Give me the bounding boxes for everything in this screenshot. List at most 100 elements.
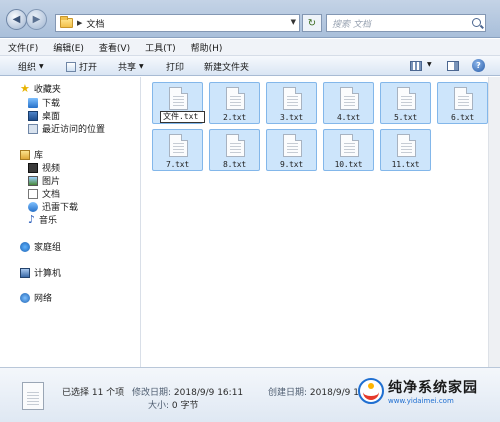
desktop-icon (28, 110, 38, 121)
back-button[interactable]: ◀ (6, 9, 27, 30)
computer-icon (20, 267, 30, 278)
breadcrumb-current[interactable]: 文档 (86, 17, 104, 30)
folder-icon (60, 16, 73, 28)
organize-button[interactable]: 组织 ▼ (18, 60, 44, 73)
address-bar[interactable]: ▶ 文档 ▼ (55, 14, 300, 32)
print-button[interactable]: 打印 (166, 60, 184, 73)
menu-file[interactable]: 文件(F) (8, 41, 38, 54)
created-value: 2018/9/9 16 (309, 388, 365, 398)
sidebar-item-downloads[interactable]: 下载 (28, 96, 60, 109)
sidebar-item-pictures[interactable]: 图片 (28, 174, 60, 187)
file-item[interactable]: 11.txt (380, 129, 431, 171)
dropdown-arrow-icon: ▼ (39, 63, 44, 70)
file-item[interactable]: 4.txt (323, 82, 374, 124)
sidebar-item-homegroup[interactable]: 家庭组 (20, 240, 61, 253)
file-name: 9.txt (279, 160, 304, 169)
file-name: 5.txt (393, 113, 418, 122)
share-label: 共享 (118, 63, 137, 73)
share-button[interactable]: 共享 ▼ (118, 60, 144, 73)
sidebar-item-recent[interactable]: 最近访问的位置 (28, 122, 105, 135)
help-icon[interactable]: ? (472, 59, 485, 72)
music-icon: ♪ (28, 212, 36, 226)
sidebar-label: 视频 (42, 164, 61, 174)
text-file-icon (340, 134, 359, 157)
sidebar-item-favorites[interactable]: ★ 收藏夹 (20, 81, 61, 96)
created-date: 创建日期: 2018/9/9 16 (268, 385, 365, 398)
file-item[interactable]: 6.txt (437, 82, 488, 124)
vertical-scrollbar[interactable] (488, 77, 500, 367)
size-label: 大小: (148, 401, 170, 411)
search-icon[interactable] (472, 18, 481, 27)
sidebar-item-videos[interactable]: 视频 (28, 161, 60, 174)
rename-input[interactable]: 文件.txt (160, 111, 205, 123)
file-name: 2.txt (222, 113, 247, 122)
file-item[interactable]: 2.txt (209, 82, 260, 124)
forward-arrow-icon: ▶ (32, 14, 41, 25)
file-item[interactable]: 文件.txt (152, 82, 205, 124)
selected-count: 已选择 11 个项 (62, 388, 125, 398)
refresh-button[interactable]: ↻ (302, 14, 322, 32)
command-bar: 组织 ▼ 打开 共享 ▼ 打印 新建文件夹 ▼ ? (0, 56, 500, 76)
modified-date: 修改日期: 2018/9/9 16:11 (132, 385, 243, 398)
new-folder-button[interactable]: 新建文件夹 (204, 60, 249, 73)
title-address-bar: ◀ ▶ ▶ 文档 ▼ ↻ 搜索 文档 (0, 0, 500, 38)
menu-edit[interactable]: 编辑(E) (53, 41, 84, 54)
created-label: 创建日期: (268, 388, 308, 398)
text-file-icon (283, 87, 302, 110)
watermark-title: 纯净系统家园 (388, 380, 478, 396)
file-item[interactable]: 7.txt (152, 129, 203, 171)
file-list: 文件.txt 2.txt 3.txt 4.txt 5.txt 6.txt 7.t… (142, 77, 488, 367)
sidebar-item-libraries[interactable]: 库 (20, 148, 43, 161)
text-file-icon (340, 87, 359, 110)
navigation-pane: ★ 收藏夹 下载 桌面 最近访问的位置 库 视频 图片 文档 迅雷下载 ♪ 音乐 家… (0, 77, 141, 367)
downloads-icon (28, 97, 38, 108)
breadcrumb-separator-icon: ▶ (77, 19, 83, 27)
file-item[interactable]: 10.txt (323, 129, 374, 171)
search-placeholder: 搜索 文档 (332, 19, 371, 30)
view-dropdown-icon[interactable]: ▼ (427, 61, 432, 68)
menu-help[interactable]: 帮助(H) (191, 41, 223, 54)
sidebar-item-documents[interactable]: 文档 (28, 187, 60, 200)
file-size: 大小: 0 字节 (148, 398, 199, 411)
file-name: 7.txt (165, 160, 190, 169)
library-icon (20, 149, 30, 160)
menu-tools[interactable]: 工具(T) (145, 41, 176, 54)
modified-value: 2018/9/9 16:11 (173, 388, 244, 398)
refresh-icon: ↻ (307, 17, 317, 29)
sidebar-item-music[interactable]: ♪ 音乐 (28, 212, 58, 227)
text-file-icon (226, 134, 245, 157)
sidebar-item-thunder[interactable]: 迅雷下载 (28, 200, 78, 213)
star-icon: ★ (20, 81, 30, 95)
file-item[interactable]: 5.txt (380, 82, 431, 124)
print-label: 打印 (166, 63, 185, 73)
sidebar-label: 桌面 (42, 112, 61, 122)
sidebar-label: 音乐 (39, 216, 58, 226)
documents-icon (28, 188, 38, 199)
text-file-icon (283, 134, 302, 157)
text-file-icon (169, 134, 188, 157)
preview-pane-icon[interactable] (447, 61, 459, 71)
file-item[interactable]: 3.txt (266, 82, 317, 124)
sidebar-item-computer[interactable]: 计算机 (20, 266, 61, 279)
sidebar-label: 收藏夹 (33, 85, 61, 95)
search-input[interactable]: 搜索 文档 (326, 14, 486, 32)
recent-places-icon (28, 123, 38, 134)
sidebar-item-desktop[interactable]: 桌面 (28, 109, 60, 122)
file-name: 11.txt (391, 160, 420, 169)
forward-button[interactable]: ▶ (26, 9, 47, 30)
view-options-icon[interactable] (410, 61, 422, 71)
text-file-icon (454, 87, 473, 110)
sidebar-label: 迅雷下载 (42, 203, 79, 213)
open-button[interactable]: 打开 (66, 60, 97, 73)
file-name: 10.txt (334, 160, 363, 169)
menu-view[interactable]: 查看(V) (99, 41, 130, 54)
sidebar-label: 下载 (42, 99, 61, 109)
file-item[interactable]: 8.txt (209, 129, 260, 171)
file-item[interactable]: 9.txt (266, 129, 317, 171)
dropdown-arrow-icon: ▼ (139, 63, 144, 70)
sidebar-item-network[interactable]: 网络 (20, 291, 52, 304)
menu-bar: 文件(F) 编辑(E) 查看(V) 工具(T) 帮助(H) (0, 39, 500, 56)
selection-file-icon (22, 382, 44, 410)
address-dropdown-icon[interactable]: ▼ (291, 18, 296, 26)
size-value: 0 字节 (171, 401, 199, 411)
